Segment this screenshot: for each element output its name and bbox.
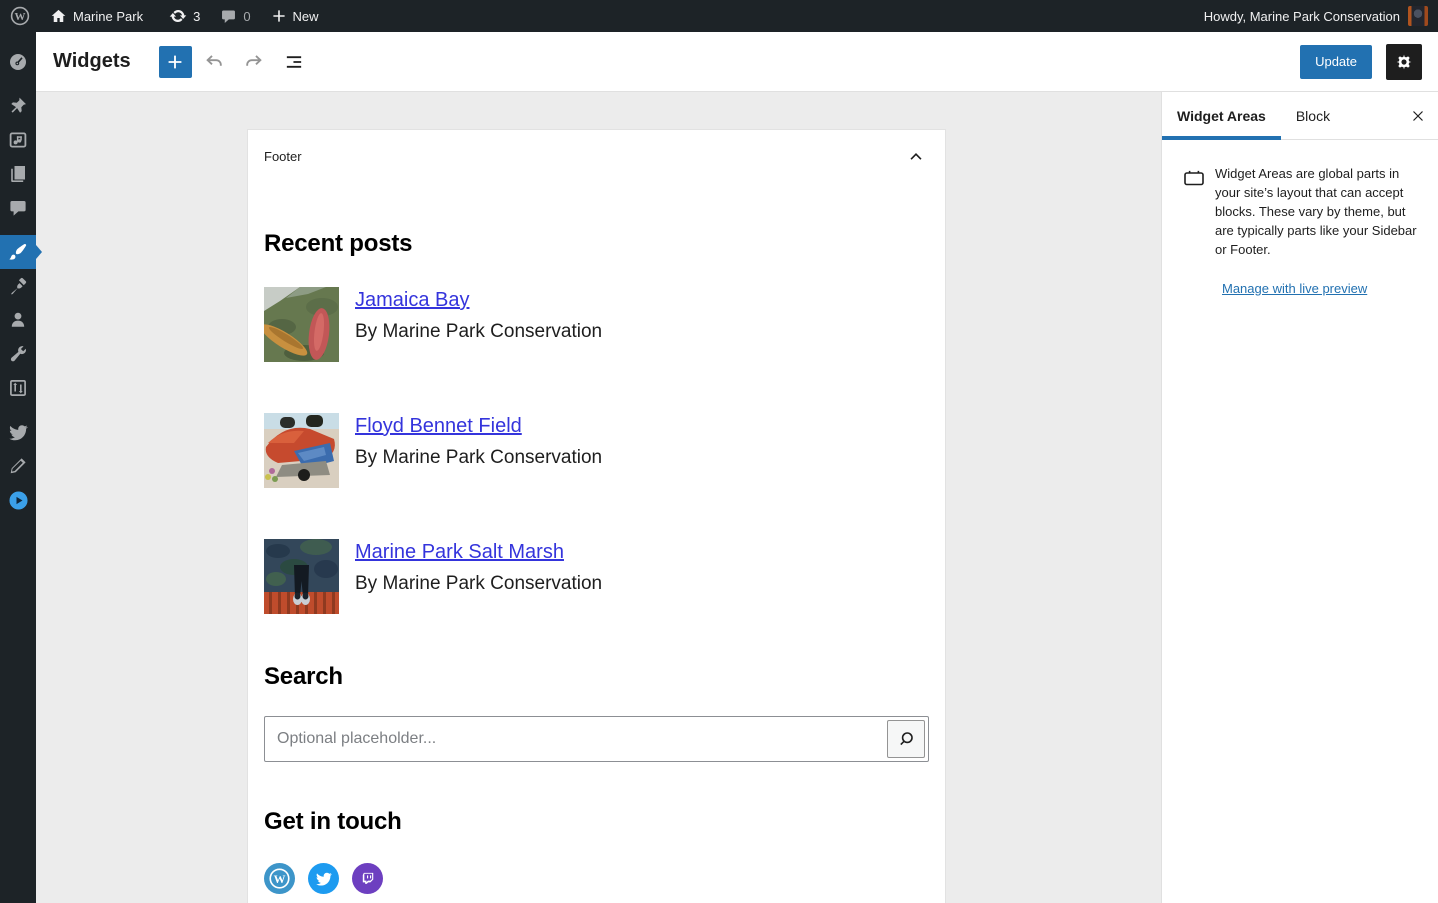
wordpress-logo-icon: W	[10, 6, 30, 26]
search-widget	[264, 716, 929, 762]
updates-menu[interactable]: 3	[159, 0, 210, 32]
new-label: New	[293, 9, 319, 24]
editor-header: Widgets Update	[36, 32, 1438, 92]
sidebar-item-plugins[interactable]	[0, 269, 36, 303]
plus-icon	[164, 51, 186, 73]
pages-icon	[8, 164, 28, 184]
close-settings-button[interactable]	[1398, 92, 1438, 139]
media-icon	[8, 130, 28, 150]
sidebar-item-video[interactable]	[0, 483, 36, 517]
close-icon	[1409, 107, 1427, 125]
plus-icon	[271, 8, 287, 24]
list-item-post: Floyd Bennet Field By Marine Park Conser…	[264, 413, 929, 488]
collapse-widget-area-button[interactable]	[903, 145, 929, 167]
comments-icon	[220, 8, 237, 25]
search-icon	[895, 728, 917, 750]
post-link[interactable]: Jamaica Bay	[355, 288, 470, 312]
paintbrush-icon	[8, 242, 28, 262]
settings-tabs: Widget Areas Block	[1162, 92, 1438, 140]
pin-icon	[8, 96, 28, 116]
comments-count: 0	[243, 9, 250, 24]
comment-bubble-icon	[8, 198, 28, 218]
settings-sidebar: Widget Areas Block Widget Areas are glob…	[1161, 92, 1438, 903]
tab-block[interactable]: Block	[1281, 92, 1345, 139]
post-thumbnail-floyd-bennet-field	[264, 413, 339, 488]
sidebar-item-pages[interactable]	[0, 157, 36, 191]
list-view-icon	[283, 51, 305, 73]
post-byline: By Marine Park Conservation	[355, 321, 602, 343]
post-link[interactable]: Floyd Bennet Field	[355, 414, 522, 438]
widget-areas-description: Widget Areas are global parts in your si…	[1215, 164, 1422, 259]
home-icon	[50, 8, 67, 25]
user-icon	[8, 310, 28, 330]
social-twitter-link[interactable]	[308, 863, 339, 894]
dashboard-icon	[8, 52, 28, 72]
post-byline: By Marine Park Conservation	[355, 573, 602, 595]
sidebar-item-media[interactable]	[0, 123, 36, 157]
twitter-icon	[315, 870, 332, 887]
sidebar-item-settings[interactable]	[0, 371, 36, 405]
sidebar-item-twitter[interactable]	[0, 415, 36, 449]
widget-area-icon	[1182, 164, 1206, 259]
undo-button[interactable]	[196, 44, 232, 80]
settings-toggle-button[interactable]	[1386, 44, 1422, 80]
social-links: W	[264, 863, 929, 894]
social-twitch-link[interactable]	[352, 863, 383, 894]
sidebar-item-users[interactable]	[0, 303, 36, 337]
search-input[interactable]	[265, 717, 887, 761]
post-thumbnail-jamaica-bay	[264, 287, 339, 362]
sidebar-item-dashboard[interactable]	[0, 45, 36, 79]
sidebar-item-edit[interactable]	[0, 449, 36, 483]
post-link[interactable]: Marine Park Salt Marsh	[355, 540, 564, 564]
site-name-menu[interactable]: Marine Park	[40, 0, 153, 32]
twitter-bird-icon	[8, 422, 28, 442]
wordpress-logo-menu[interactable]: W	[0, 0, 40, 32]
social-wordpress-link[interactable]: W	[264, 863, 295, 894]
play-circle-icon	[8, 490, 29, 511]
updates-icon	[169, 7, 187, 25]
redo-button[interactable]	[236, 44, 272, 80]
list-item-post: Marine Park Salt Marsh By Marine Park Co…	[264, 539, 929, 614]
admin-bar: W Marine Park 3 0 New Howdy, Marine Park…	[0, 0, 1438, 32]
search-heading: Search	[264, 663, 929, 691]
undo-icon	[203, 51, 225, 73]
svg-text:W: W	[274, 872, 286, 886]
admin-sidebar	[0, 32, 36, 903]
redo-icon	[243, 51, 265, 73]
twitch-icon	[359, 870, 376, 887]
editor-canvas: Footer Recent posts	[36, 92, 1161, 903]
avatar[interactable]	[1408, 6, 1428, 26]
sidebar-item-appearance[interactable]	[0, 235, 36, 269]
howdy-text[interactable]: Howdy, Marine Park Conservation	[1204, 9, 1400, 24]
search-submit-button[interactable]	[887, 720, 925, 758]
plug-icon	[8, 276, 28, 296]
chevron-up-icon	[907, 149, 925, 163]
wordpress-icon: W	[267, 866, 292, 891]
post-thumbnail-marine-park-salt-marsh	[264, 539, 339, 614]
update-button[interactable]: Update	[1300, 45, 1372, 79]
svg-text:W: W	[15, 11, 26, 23]
list-view-button[interactable]	[276, 44, 312, 80]
sidebar-item-posts[interactable]	[0, 89, 36, 123]
new-content-menu[interactable]: New	[261, 0, 329, 32]
widget-area-footer-card: Footer Recent posts	[247, 129, 946, 903]
manage-live-preview-link[interactable]: Manage with live preview	[1222, 281, 1367, 296]
updates-count: 3	[193, 9, 200, 24]
widget-area-title: Footer	[264, 149, 302, 164]
wrench-icon	[8, 344, 28, 364]
page-title: Widgets	[53, 50, 131, 73]
sidebar-item-comments[interactable]	[0, 191, 36, 225]
gear-icon	[1393, 51, 1415, 73]
get-in-touch-heading: Get in touch	[264, 808, 929, 836]
list-item-post: Jamaica Bay By Marine Park Conservation	[264, 287, 929, 362]
sliders-icon	[8, 378, 28, 398]
pencil-icon	[8, 456, 28, 476]
tab-widget-areas[interactable]: Widget Areas	[1162, 92, 1281, 139]
comments-menu[interactable]: 0	[210, 0, 260, 32]
recent-posts-heading: Recent posts	[264, 230, 929, 258]
site-name: Marine Park	[73, 9, 143, 24]
post-byline: By Marine Park Conservation	[355, 447, 602, 469]
sidebar-item-tools[interactable]	[0, 337, 36, 371]
block-inserter-button[interactable]	[159, 46, 192, 78]
